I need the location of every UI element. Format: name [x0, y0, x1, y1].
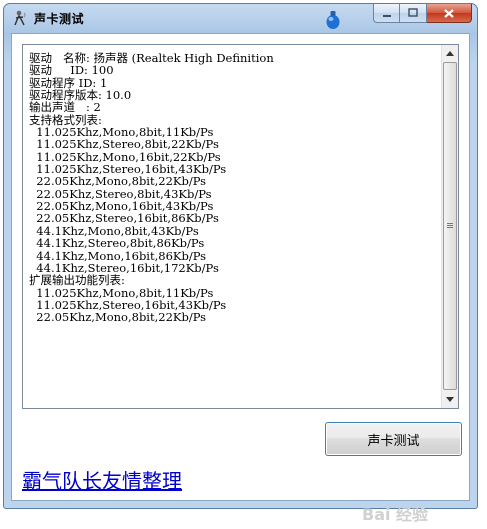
- close-icon: [444, 8, 454, 18]
- list-item[interactable]: 44.1Khz,Stereo,8bit,86Kb/Ps: [29, 237, 439, 250]
- app-window: 声卡测试 驱动 名称: 扬声器 (Realtek High Definition…: [3, 3, 478, 524]
- list-item[interactable]: 22.05Khz,Stereo,16bit,86Kb/Ps: [29, 212, 439, 225]
- list-item[interactable]: 44.1Khz,Mono,16bit,86Kb/Ps: [29, 249, 439, 262]
- title-bar[interactable]: 声卡测试: [4, 4, 477, 32]
- list-item[interactable]: 输出声道 : 2: [29, 101, 439, 114]
- list-item[interactable]: 11.025Khz,Stereo,8bit,22Kb/Ps: [29, 138, 439, 151]
- window-title: 声卡测试: [34, 12, 85, 26]
- vertical-scrollbar[interactable]: [441, 45, 458, 408]
- window-controls: [373, 4, 472, 24]
- list-item[interactable]: 扩展输出功能列表:: [29, 274, 439, 287]
- speaker-person-icon: [14, 10, 26, 26]
- watermark-text: Bai 经验: [362, 505, 429, 524]
- sound-card-test-button[interactable]: 声卡测试: [325, 422, 462, 456]
- list-item[interactable]: 22.05Khz,Mono,8bit,22Kb/Ps: [29, 311, 439, 324]
- list-item[interactable]: 驱动 ID: 100: [29, 64, 439, 77]
- scroll-up-icon: [446, 51, 454, 56]
- close-button[interactable]: [427, 4, 472, 23]
- info-lines: 驱动 名称: 扬声器 (Realtek High Definition 驱动 ID…: [29, 52, 439, 324]
- scroll-down-icon: [446, 397, 454, 402]
- watermark: Bai 经验: [362, 497, 462, 529]
- blue-orb-icon[interactable]: [325, 10, 341, 30]
- maximize-button[interactable]: [400, 4, 427, 23]
- credit-link[interactable]: 霸气队长友情整理: [22, 465, 182, 494]
- scroll-thumb[interactable]: [443, 62, 457, 390]
- info-listbox[interactable]: 驱动 名称: 扬声器 (Realtek High Definition 驱动 ID…: [22, 44, 459, 409]
- maximize-icon: [408, 8, 418, 17]
- scroll-down-button[interactable]: [442, 391, 458, 408]
- list-item[interactable]: 22.05Khz,Mono,8bit,22Kb/Ps: [29, 175, 439, 188]
- client-area: 驱动 名称: 扬声器 (Realtek High Definition 驱动 ID…: [11, 33, 470, 524]
- scroll-up-button[interactable]: [442, 45, 458, 62]
- minimize-button[interactable]: [373, 4, 400, 23]
- minimize-icon: [382, 15, 391, 17]
